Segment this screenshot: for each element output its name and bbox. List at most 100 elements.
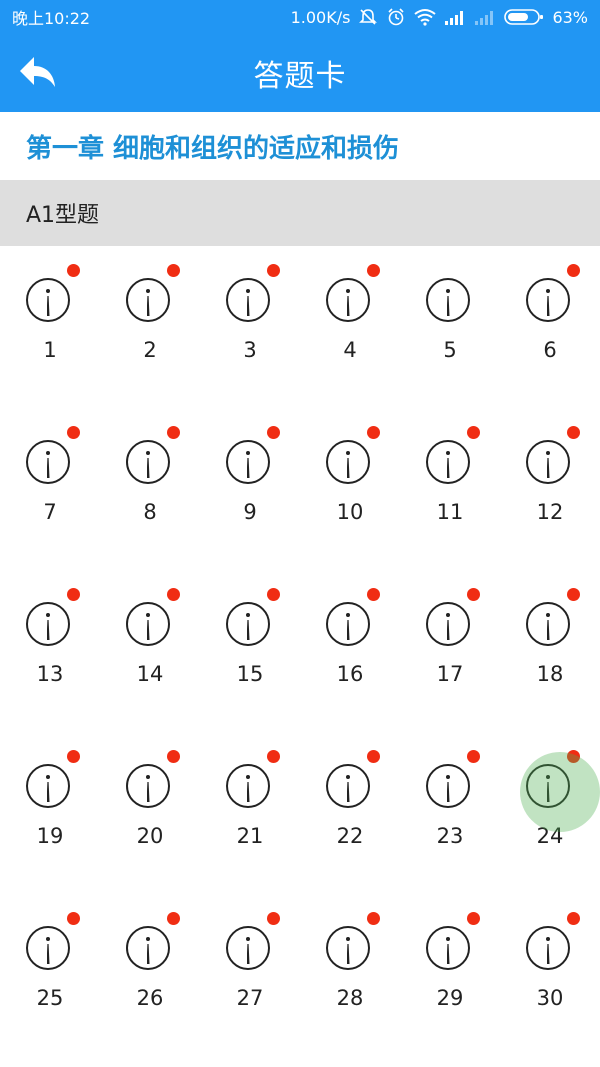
question-number: 22 (336, 824, 364, 848)
section-header: A1型题 (0, 180, 600, 246)
question-number: 13 (36, 662, 64, 686)
touch-ripple (520, 752, 600, 832)
question-item[interactable]: 15 (200, 570, 300, 690)
question-number: 6 (543, 338, 557, 362)
question-number: 17 (436, 662, 464, 686)
unanswered-badge (367, 264, 380, 277)
question-item[interactable]: 25 (0, 894, 100, 1014)
info-icon (526, 278, 570, 322)
question-number: 2 (143, 338, 157, 362)
question-item[interactable]: 22 (300, 732, 400, 852)
info-icon (426, 278, 470, 322)
question-number: 30 (536, 986, 564, 1010)
chapter-title: 第一章 细胞和组织的适应和损伤 (0, 112, 600, 180)
info-icon (226, 278, 270, 322)
info-icon (26, 602, 70, 646)
question-item[interactable]: 9 (200, 408, 300, 528)
question-item[interactable]: 23 (400, 732, 500, 852)
question-item[interactable]: 10 (300, 408, 400, 528)
question-number: 28 (336, 986, 364, 1010)
unanswered-badge (267, 264, 280, 277)
info-icon (226, 440, 270, 484)
question-item[interactable]: 14 (100, 570, 200, 690)
question-number: 11 (436, 500, 464, 524)
info-icon (526, 440, 570, 484)
info-icon (326, 602, 370, 646)
page-title: 答题卡 (253, 59, 347, 94)
unanswered-badge (267, 750, 280, 763)
question-item[interactable]: 27 (200, 894, 300, 1014)
question-item[interactable]: 1 (0, 246, 100, 366)
question-number: 21 (236, 824, 264, 848)
question-number: 16 (336, 662, 364, 686)
question-item[interactable]: 8 (100, 408, 200, 528)
question-item[interactable]: 5 (400, 246, 500, 366)
info-icon (426, 440, 470, 484)
unanswered-badge (267, 588, 280, 601)
question-number: 26 (136, 986, 164, 1010)
question-item[interactable]: 29 (400, 894, 500, 1014)
unanswered-badge (567, 426, 580, 439)
question-number: 27 (236, 986, 264, 1010)
info-icon (526, 602, 570, 646)
unanswered-badge (167, 750, 180, 763)
question-item[interactable]: 12 (500, 408, 600, 528)
unanswered-badge (367, 588, 380, 601)
info-icon (126, 602, 170, 646)
question-item[interactable]: 16 (300, 570, 400, 690)
question-item[interactable]: 18 (500, 570, 600, 690)
unanswered-badge (467, 912, 480, 925)
unanswered-badge (367, 912, 380, 925)
question-item[interactable]: 20 (100, 732, 200, 852)
battery-percent: 63% (552, 7, 588, 27)
unanswered-badge (467, 588, 480, 601)
question-number: 19 (36, 824, 64, 848)
status-bar: 晚上10:22 1.00K/s 63% (0, 0, 600, 34)
info-icon (426, 926, 470, 970)
question-number: 3 (243, 338, 257, 362)
question-item[interactable]: 7 (0, 408, 100, 528)
info-icon (126, 926, 170, 970)
question-item[interactable]: 2 (100, 246, 200, 366)
question-item[interactable]: 6 (500, 246, 600, 366)
question-number: 4 (343, 338, 357, 362)
unanswered-badge (467, 750, 480, 763)
info-icon (26, 926, 70, 970)
question-number: 20 (136, 824, 164, 848)
info-icon (226, 602, 270, 646)
info-icon (26, 440, 70, 484)
question-item[interactable]: 30 (500, 894, 600, 1014)
question-number: 23 (436, 824, 464, 848)
unanswered-badge (67, 588, 80, 601)
question-number: 8 (143, 500, 157, 524)
question-number: 29 (436, 986, 464, 1010)
status-time: 晚上10:22 (12, 9, 91, 28)
question-number: 15 (236, 662, 264, 686)
info-icon (426, 764, 470, 808)
question-item[interactable]: 4 (300, 246, 400, 366)
answer-grid: 1 2 3 4 5 6 7 8 9 10 11 12 13 14 15 16 17 18 19 20 21 22 23 24 2… (0, 246, 600, 1067)
alarm-clock-icon (386, 7, 406, 27)
question-item[interactable]: 3 (200, 246, 300, 366)
question-item[interactable]: 19 (0, 732, 100, 852)
question-item[interactable]: 17 (400, 570, 500, 690)
unanswered-badge (367, 750, 380, 763)
signal-weak-icon (474, 9, 496, 25)
net-speed: 1.00K/s (290, 7, 351, 27)
question-item[interactable]: 21 (200, 732, 300, 852)
info-icon (426, 602, 470, 646)
question-item[interactable]: 11 (400, 408, 500, 528)
unanswered-badge (567, 264, 580, 277)
info-icon (226, 764, 270, 808)
unanswered-badge (267, 426, 280, 439)
info-icon (26, 764, 70, 808)
question-item[interactable]: 13 (0, 570, 100, 690)
unanswered-badge (67, 912, 80, 925)
unanswered-badge (567, 588, 580, 601)
question-item[interactable]: 26 (100, 894, 200, 1014)
question-item[interactable]: 28 (300, 894, 400, 1014)
question-number: 10 (336, 500, 364, 524)
info-icon (26, 278, 70, 322)
info-icon (326, 278, 370, 322)
question-number: 18 (536, 662, 564, 686)
